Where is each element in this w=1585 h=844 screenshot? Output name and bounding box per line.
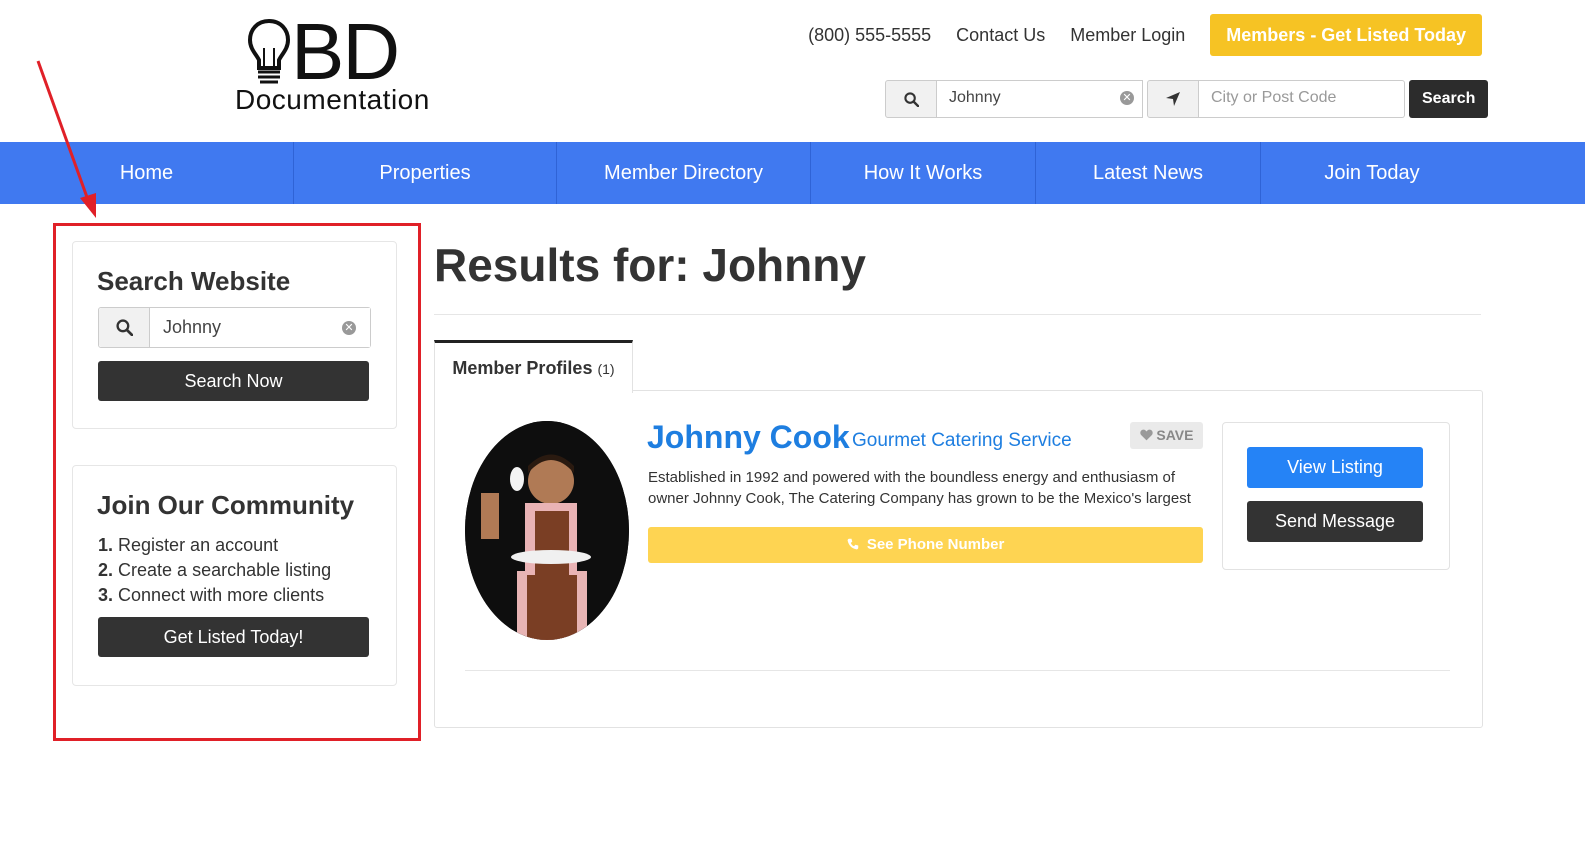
header-search: ✕ Search <box>885 80 1489 118</box>
site-logo[interactable]: BD Documentation <box>233 12 443 116</box>
member-avatar[interactable] <box>465 421 629 640</box>
search-website-widget: Search Website ✕ Search Now <box>72 241 397 429</box>
avatar-photo <box>465 421 629 640</box>
location-addon <box>1147 80 1199 118</box>
search-icon <box>115 319 133 336</box>
search-widget-title: Search Website <box>97 266 291 296</box>
header-search-button[interactable]: Search <box>1409 80 1489 118</box>
keyword-search-input[interactable] <box>937 81 1131 115</box>
view-listing-button[interactable]: View Listing <box>1247 447 1423 488</box>
sidebar-search-input[interactable] <box>150 308 370 347</box>
member-login-link[interactable]: Member Login <box>1070 25 1185 46</box>
sidebar-search-addon <box>99 308 150 347</box>
join-widget-title: Join Our Community <box>97 490 355 520</box>
search-now-button[interactable]: Search Now <box>98 361 369 401</box>
tab-count: (1) <box>597 361 615 377</box>
logo-text: BD <box>291 7 400 96</box>
search-icon <box>903 91 919 107</box>
join-step: 1. Register an account <box>98 535 279 555</box>
logo-subtext: Documentation <box>235 84 430 115</box>
location-search-input[interactable] <box>1199 81 1403 115</box>
nav-item-properties[interactable]: Properties <box>294 142 557 204</box>
heart-icon <box>1139 429 1153 441</box>
join-steps-list: 1. Register an account 2. Create a searc… <box>98 533 331 608</box>
get-listed-today-button[interactable]: Get Listed Today! <box>98 617 369 657</box>
save-button[interactable]: SAVE <box>1130 422 1203 449</box>
location-arrow-icon <box>1166 92 1180 106</box>
join-step: 2. Create a searchable listing <box>98 560 332 580</box>
clear-icon[interactable]: ✕ <box>1120 91 1134 105</box>
send-message-button[interactable]: Send Message <box>1247 501 1423 542</box>
phone-button-label: See Phone Number <box>866 536 1005 553</box>
get-listed-cta-button[interactable]: Members - Get Listed Today <box>1210 14 1482 56</box>
see-phone-number-button[interactable]: See Phone Number <box>648 527 1203 563</box>
page-title: Results for: Johnny <box>434 239 866 291</box>
title-divider <box>434 314 1481 315</box>
save-label: SAVE <box>1156 427 1194 443</box>
search-addon <box>885 80 937 118</box>
nav-item-how-it-works[interactable]: How It Works <box>811 142 1036 204</box>
clear-icon[interactable]: ✕ <box>342 321 356 335</box>
contact-us-link[interactable]: Contact Us <box>956 25 1045 46</box>
member-description: Established in 1992 and powered with the… <box>648 469 1191 507</box>
tab-member-profiles[interactable]: Member Profiles (1) <box>434 340 633 393</box>
join-community-widget: Join Our Community 1. Register an accoun… <box>72 465 397 686</box>
top-links: (800) 555-5555 Contact Us Member Login M… <box>808 14 1482 56</box>
location-field-wrap <box>1199 80 1405 118</box>
tab-label: Member Profiles <box>452 358 593 378</box>
lightbulb-logo-icon <box>247 18 291 84</box>
result-row-divider <box>465 670 1450 671</box>
nav-item-member-directory[interactable]: Member Directory <box>557 142 811 204</box>
sidebar-search-field: ✕ <box>98 307 371 348</box>
phone-link[interactable]: (800) 555-5555 <box>808 25 931 46</box>
join-step: 3. Connect with more clients <box>98 585 325 605</box>
keyword-field-wrap: ✕ <box>937 80 1143 118</box>
nav-item-join-today[interactable]: Join Today <box>1261 142 1483 204</box>
member-actions-box <box>1222 422 1450 570</box>
annotation-arrow <box>36 60 96 218</box>
nav-item-latest-news[interactable]: Latest News <box>1036 142 1261 204</box>
main-nav: Home Properties Member Directory How It … <box>0 142 1585 204</box>
member-name-link[interactable]: Johnny Cook <box>647 419 850 456</box>
phone-icon <box>847 538 858 550</box>
member-category-link[interactable]: Gourmet Catering Service <box>852 430 1072 452</box>
